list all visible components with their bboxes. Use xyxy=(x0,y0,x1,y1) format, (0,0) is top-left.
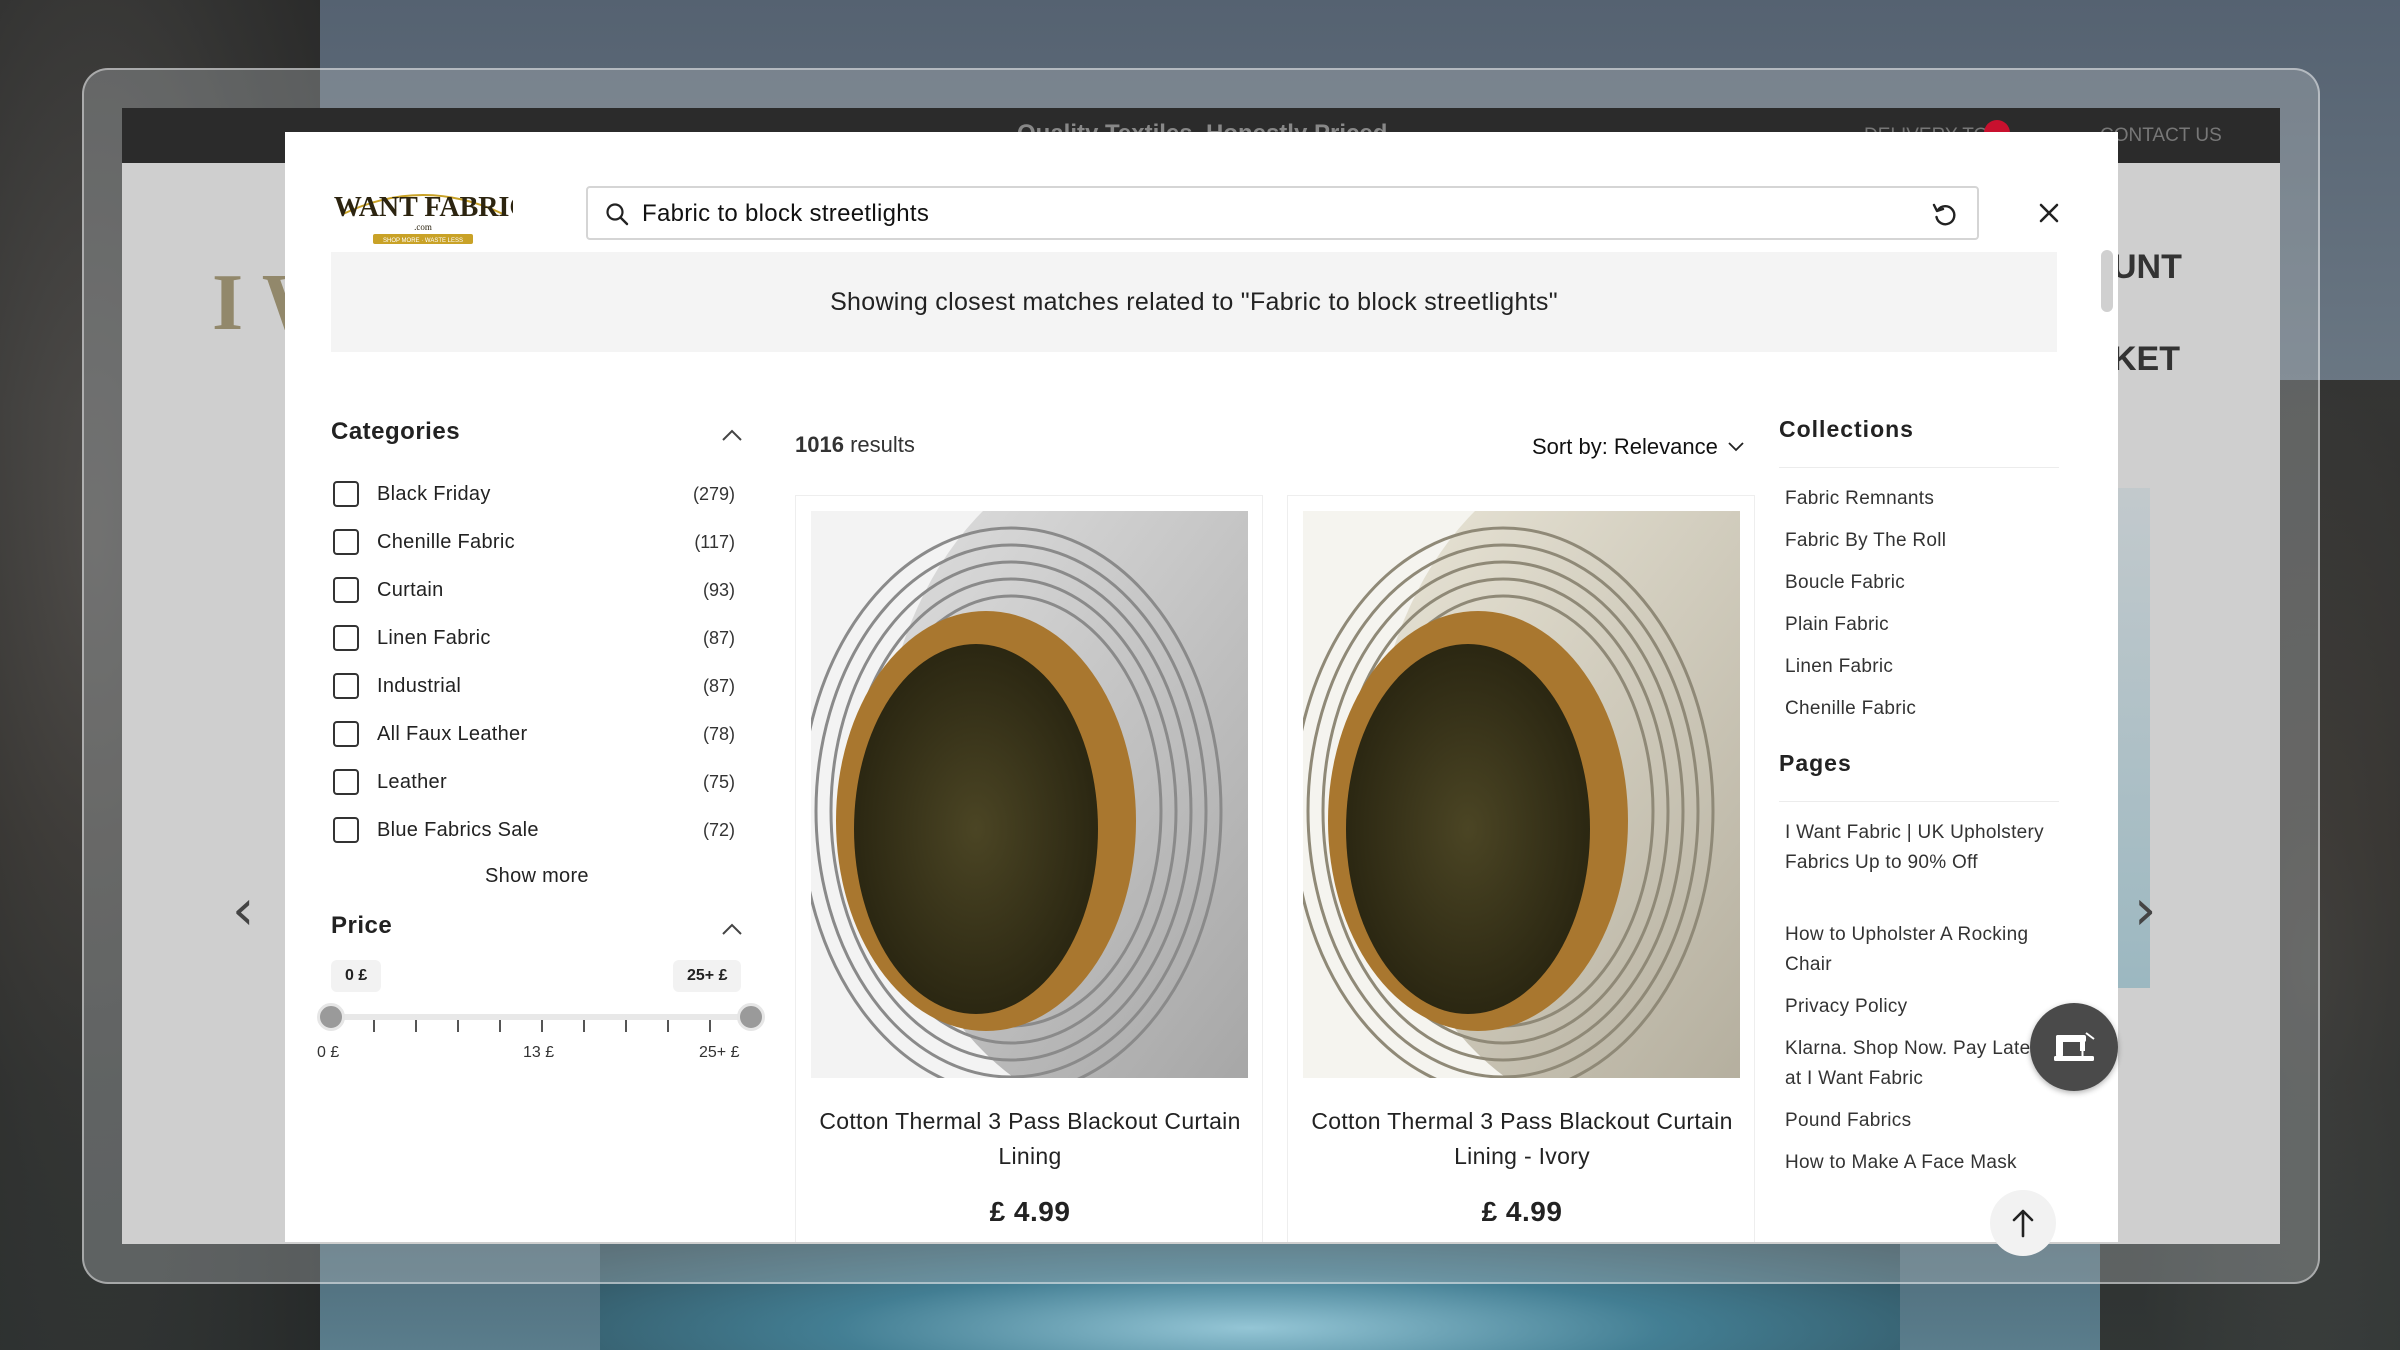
category-checkbox[interactable] xyxy=(333,577,359,603)
slider-tick xyxy=(541,1020,543,1032)
nav-basket-ghost: KET xyxy=(2112,340,2180,378)
collection-link[interactable]: Linen Fabric xyxy=(1785,652,2055,682)
product-price: £ 4.99 xyxy=(1481,1196,1563,1227)
price-min-handle[interactable] xyxy=(317,1003,345,1031)
collection-link[interactable]: Plain Fabric xyxy=(1785,610,2055,640)
search-icon xyxy=(606,203,629,226)
collection-link[interactable]: Boucle Fabric xyxy=(1785,568,2055,598)
categories-list: Black Friday (279) Chenille Fabric (117) C… xyxy=(333,470,735,854)
page-link[interactable]: How to Upholster A Rocking Chair xyxy=(1785,920,2055,980)
carousel-next-icon[interactable]: › xyxy=(2134,878,2156,943)
back-to-top-button[interactable] xyxy=(1990,1190,2056,1256)
collection-link[interactable]: Fabric By The Roll xyxy=(1785,526,2055,556)
divider xyxy=(1779,801,2059,802)
category-item[interactable]: Industrial (87) xyxy=(333,662,735,710)
pages-heading: Pages xyxy=(1779,750,1852,776)
search-bar xyxy=(586,186,1979,240)
svg-text:SHOP MORE · WASTE LESS: SHOP MORE · WASTE LESS xyxy=(383,238,463,244)
price-min-badge: 0 £ xyxy=(331,960,382,992)
page-link[interactable]: How to Make A Face Mask xyxy=(1785,1148,2055,1178)
price-heading: Price xyxy=(331,912,393,939)
slider-tick xyxy=(373,1020,375,1032)
price-max-badge: 25+ £ xyxy=(673,960,742,992)
product-name[interactable]: Cotton Thermal 3 Pass Blackout Curtain L… xyxy=(1308,1104,1736,1174)
category-item[interactable]: All Faux Leather (78) xyxy=(333,710,735,758)
logo-wordmark: I WANT FABRIC xyxy=(333,192,513,223)
contact-link[interactable]: CONTACT US xyxy=(2100,125,2222,147)
slider-mid-label: 13 £ xyxy=(523,1044,555,1061)
category-item[interactable]: Chenille Fabric (117) xyxy=(333,518,735,566)
product-price: £ 4.99 xyxy=(989,1196,1071,1227)
slider-tick xyxy=(625,1020,627,1032)
category-item[interactable]: Curtain (93) xyxy=(333,566,735,614)
category-item[interactable]: Blue Fabrics Sale (72) xyxy=(333,806,735,854)
category-checkbox[interactable] xyxy=(333,721,359,747)
sewing-machine-button[interactable] xyxy=(2030,1003,2118,1091)
product-image[interactable] xyxy=(811,511,1248,1078)
brand-logo[interactable]: I WANT FABRIC .com SHOP MORE · WASTE LES… xyxy=(333,174,513,254)
category-checkbox[interactable] xyxy=(333,817,359,843)
slider-max-label: 25+ £ xyxy=(699,1044,740,1061)
slider-tick xyxy=(667,1020,669,1032)
slider-tick xyxy=(709,1020,711,1032)
modal-scrollbar[interactable] xyxy=(2101,250,2113,312)
product-card[interactable]: Cotton Thermal 3 Pass Blackout Curtain L… xyxy=(795,495,1263,1242)
category-checkbox[interactable] xyxy=(333,481,359,507)
chevron-up-icon[interactable] xyxy=(721,922,743,936)
search-modal: I WANT FABRIC .com SHOP MORE · WASTE LES… xyxy=(285,132,2118,1242)
price-max-handle[interactable] xyxy=(737,1003,765,1031)
collections-heading: Collections xyxy=(1779,416,1914,442)
results-count: 1016 results xyxy=(795,432,915,457)
reset-search-icon[interactable] xyxy=(1931,201,1959,229)
categories-heading: Categories xyxy=(331,418,461,445)
collection-link[interactable]: Chenille Fabric xyxy=(1785,694,2055,724)
search-input[interactable] xyxy=(642,194,1902,234)
product-card[interactable]: Cotton Thermal 3 Pass Blackout Curtain L… xyxy=(1287,495,1755,1242)
page-link[interactable]: Privacy Policy xyxy=(1785,992,2055,1022)
chevron-down-icon xyxy=(1728,442,1744,452)
category-item[interactable]: Black Friday (279) xyxy=(333,470,735,518)
category-checkbox[interactable] xyxy=(333,625,359,651)
collection-link[interactable]: Fabric Remnants xyxy=(1785,484,2055,514)
nav-account-ghost: UNT xyxy=(2112,248,2182,286)
page-link[interactable]: I Want Fabric | UK Upholstery Fabrics Up… xyxy=(1785,818,2055,878)
product-name[interactable]: Cotton Thermal 3 Pass Blackout Curtain L… xyxy=(816,1104,1244,1174)
slider-tick xyxy=(415,1020,417,1032)
closest-matches-banner: Showing closest matches related to "Fabr… xyxy=(331,252,2057,352)
carousel-prev-icon[interactable]: ‹ xyxy=(232,878,254,943)
slider-tick xyxy=(457,1020,459,1032)
sort-dropdown[interactable]: Sort by: Relevance xyxy=(1532,434,1744,460)
page-link[interactable]: Pound Fabrics xyxy=(1785,1106,2055,1136)
show-more-button[interactable]: Show more xyxy=(485,865,589,888)
sewing-machine-icon xyxy=(2054,1032,2095,1061)
svg-text:.com: .com xyxy=(414,222,432,232)
chevron-up-icon[interactable] xyxy=(721,428,743,442)
slider-min-label: 0 £ xyxy=(317,1044,340,1061)
category-item[interactable]: Linen Fabric (87) xyxy=(333,614,735,662)
category-checkbox[interactable] xyxy=(333,529,359,555)
close-icon[interactable] xyxy=(2034,198,2064,228)
slider-tick xyxy=(583,1020,585,1032)
slider-tick xyxy=(499,1020,501,1032)
product-image[interactable] xyxy=(1303,511,1740,1078)
category-checkbox[interactable] xyxy=(333,673,359,699)
category-checkbox[interactable] xyxy=(333,769,359,795)
page-link[interactable]: Klarna. Shop Now. Pay Later at I Want Fa… xyxy=(1785,1034,2055,1094)
sort-label: Sort by: Relevance xyxy=(1532,434,1718,459)
arrow-up-icon xyxy=(2012,1209,2034,1238)
category-item[interactable]: Leather (75) xyxy=(333,758,735,806)
divider xyxy=(1779,467,2059,468)
closest-matches-text: Showing closest matches related to "Fabr… xyxy=(830,287,1558,316)
